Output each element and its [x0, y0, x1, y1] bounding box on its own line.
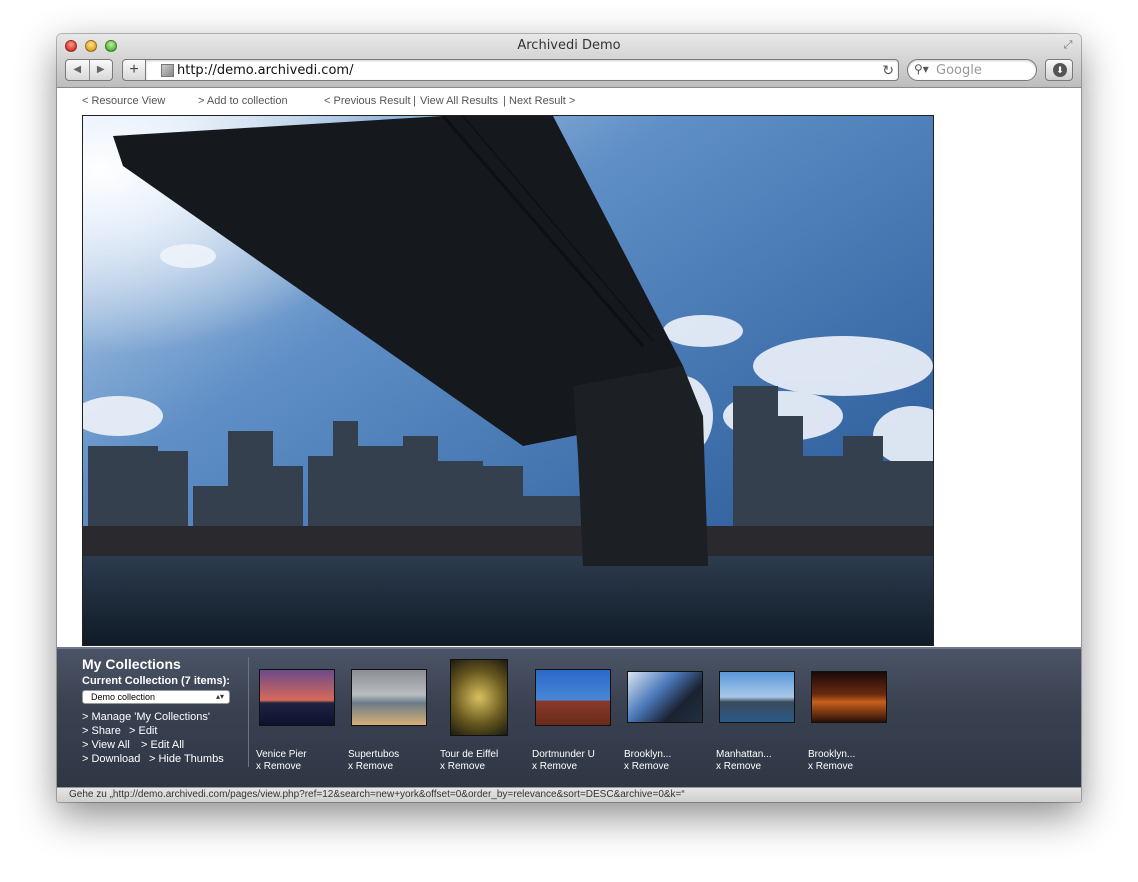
edit-link[interactable]: > Edit	[129, 725, 157, 737]
thumbnail-image[interactable]	[259, 669, 335, 726]
thumbnail-image[interactable]	[627, 671, 703, 723]
view-all-results-link[interactable]: View All Results	[420, 95, 498, 107]
search-field[interactable]: ⚲▾ Google	[907, 59, 1037, 81]
thumbnail-title[interactable]: Tour de Eiffel	[440, 749, 498, 760]
window-title: Archivedi Demo	[517, 38, 621, 53]
back-arrow-icon[interactable]: ◀	[66, 60, 90, 80]
fullscreen-icon[interactable]: ⤢	[1061, 38, 1075, 52]
favicon-icon	[161, 64, 174, 77]
thumbnail-image[interactable]	[811, 671, 887, 723]
thumbnail-title[interactable]: Brooklyn...	[624, 749, 671, 760]
thumbnail-title[interactable]: Brooklyn...	[808, 749, 855, 760]
page-content: < Resource View > Add to collection < Pr…	[57, 89, 1081, 647]
add-bookmark-button[interactable]: +	[122, 59, 146, 81]
nav-separator: |	[413, 95, 416, 107]
download-link[interactable]: > Download	[82, 753, 140, 765]
share-link[interactable]: > Share	[82, 725, 121, 737]
hide-thumbs-link[interactable]: > Hide Thumbs	[149, 753, 224, 765]
search-icon: ⚲▾	[914, 62, 929, 76]
search-placeholder: Google	[936, 63, 982, 78]
manage-collections-link[interactable]: > Manage 'My Collections'	[82, 711, 210, 723]
remove-item-link[interactable]: x Remove	[716, 761, 761, 772]
back-forward-buttons: ◀ ▶	[65, 59, 113, 81]
downloads-button[interactable]: ⬇	[1045, 59, 1073, 81]
remove-item-link[interactable]: x Remove	[256, 761, 301, 772]
nav-separator: |	[503, 95, 506, 107]
thumbnail-image[interactable]	[719, 671, 795, 723]
collection-select-value: Demo collection	[91, 692, 156, 702]
thumbnail-title[interactable]: Dortmunder U	[532, 749, 595, 760]
thumbnail-title[interactable]: Venice Pier	[256, 749, 307, 760]
thumbnail-image[interactable]	[450, 659, 508, 736]
remove-item-link[interactable]: x Remove	[348, 761, 393, 772]
status-bar: Gehe zu „http://demo.archivedi.com/pages…	[57, 787, 1081, 802]
remove-item-link[interactable]: x Remove	[624, 761, 669, 772]
remove-item-link[interactable]: x Remove	[440, 761, 485, 772]
collections-bar: My Collections Current Collection (7 ite…	[57, 647, 1081, 787]
remove-item-link[interactable]: x Remove	[808, 761, 853, 772]
title-bar: Archivedi Demo ⤢ ◀ ▶ + http://demo.archi…	[57, 34, 1081, 88]
thumbnail-title[interactable]: Supertubos	[348, 749, 399, 760]
next-result-link[interactable]: Next Result >	[509, 95, 575, 107]
resource-view-link[interactable]: < Resource View	[82, 95, 165, 107]
collections-divider	[248, 657, 249, 767]
collection-select[interactable]: Demo collection ▴▾	[82, 690, 230, 704]
download-icon: ⬇	[1053, 63, 1067, 77]
remove-item-link[interactable]: x Remove	[532, 761, 577, 772]
select-arrows-icon: ▴▾	[215, 692, 224, 701]
view-all-link[interactable]: > View All	[82, 739, 130, 751]
forward-arrow-icon[interactable]: ▶	[90, 60, 113, 80]
browser-window: Archivedi Demo ⤢ ◀ ▶ + http://demo.archi…	[57, 34, 1081, 802]
resource-preview-image[interactable]	[82, 115, 934, 646]
url-text[interactable]: http://demo.archivedi.com/	[177, 63, 353, 78]
thumbnail-image[interactable]	[351, 669, 427, 726]
previous-result-link[interactable]: < Previous Result	[324, 95, 411, 107]
edit-all-link[interactable]: > Edit All	[141, 739, 184, 751]
thumbnail-title[interactable]: Manhattan...	[716, 749, 772, 760]
reload-icon[interactable]: ↻	[882, 62, 894, 79]
collections-title: My Collections	[82, 656, 181, 672]
url-bar[interactable]: http://demo.archivedi.com/ ↻	[145, 59, 899, 81]
add-to-collection-link[interactable]: > Add to collection	[198, 95, 288, 107]
current-collection-label: Current Collection (7 items):	[82, 675, 230, 687]
thumbnail-image[interactable]	[535, 669, 611, 726]
